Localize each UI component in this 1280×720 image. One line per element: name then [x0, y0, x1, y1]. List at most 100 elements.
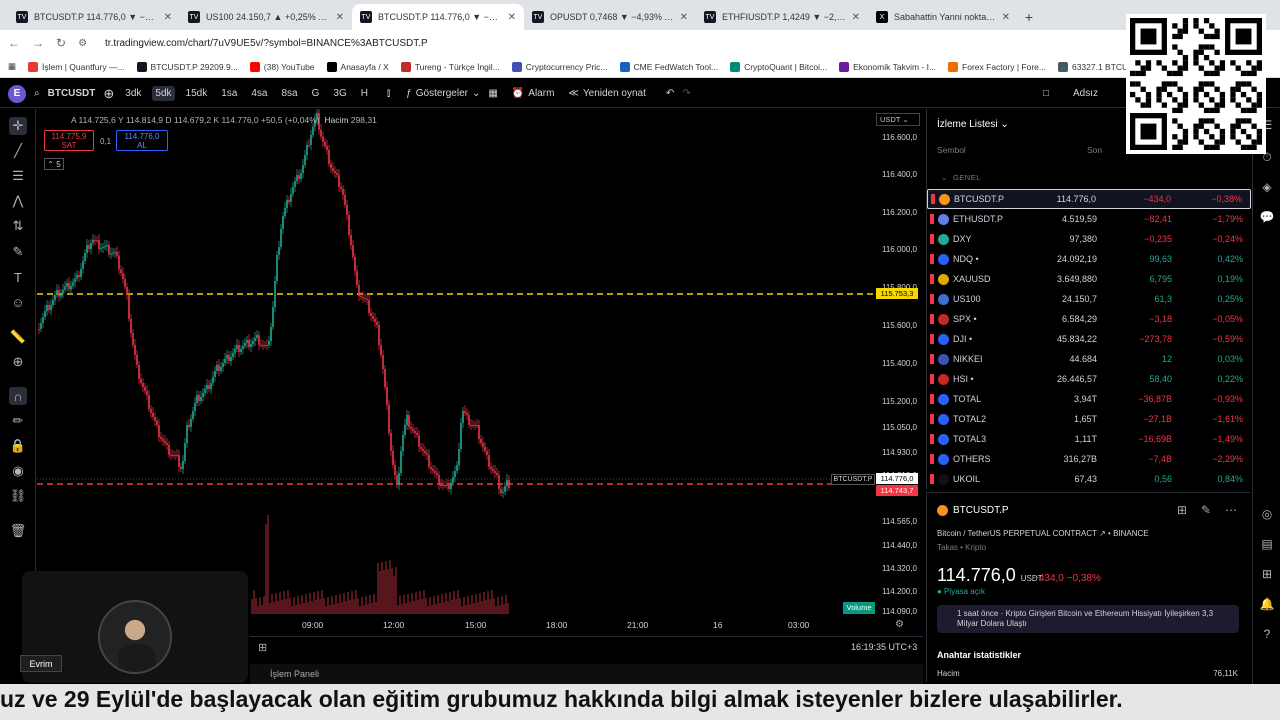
new-tab-button[interactable]: + [1018, 4, 1040, 30]
pattern-icon[interactable]: ⋀ [9, 192, 27, 210]
news-item[interactable]: 1 saat önce · Kripto Girişleri Bitcoin v… [937, 605, 1239, 633]
watchlist-row[interactable]: TOTAL3 1,11T −16,69B −1,49% [927, 429, 1251, 449]
visibility-eye-icon[interactable]: ◉ [9, 462, 27, 480]
watchlist-row[interactable]: UKOIL 67,43 0,56 0,84% [927, 469, 1251, 489]
bookmark[interactable]: Cryptocurrency Pric... [511, 61, 608, 72]
crosshair-icon[interactable]: ✛ [9, 117, 27, 135]
currency-selector[interactable]: USDT ⌄ [876, 113, 920, 126]
timeframe-3g[interactable]: 3G [330, 86, 349, 101]
undo-icon[interactable]: ↶ [666, 88, 674, 99]
browser-tab[interactable]: TV ETHFIUSDT.P 1,4249 ▼ −2,94% ✕ [696, 4, 868, 30]
watchlist-row[interactable]: XAUUSD 3.649,880 6,795 0,19% [927, 269, 1251, 289]
magnet-icon[interactable]: ∩ [9, 387, 27, 405]
edit-icon[interactable]: ✎ [1201, 503, 1211, 517]
timeframe-h[interactable]: H [358, 86, 371, 101]
apps-grid-icon[interactable]: ▦ [8, 61, 16, 72]
indicators-button[interactable]: ƒ Göstergeler ⌄ [406, 88, 480, 99]
grid-icon[interactable]: ⊞ [1177, 503, 1187, 517]
quantity-field[interactable]: ⌃ 5 [44, 158, 64, 170]
watchlist-row[interactable]: ETHUSDT.P 4.519,59 −82,41 −1,79% [927, 209, 1251, 229]
bookmark[interactable]: CryptoQuant | Bitcoi... [730, 61, 827, 72]
emoji-icon[interactable]: ☺ [9, 293, 27, 311]
timeframe-3dk[interactable]: 3dk [122, 86, 144, 101]
timeframe-g[interactable]: G [309, 86, 323, 101]
user-avatar[interactable]: E [8, 84, 26, 103]
bookmark[interactable]: (38) YouTube [249, 61, 315, 72]
text-tool-icon[interactable]: T [9, 268, 27, 286]
bookmark[interactable]: Forex Factory | Fore... [948, 61, 1046, 72]
fullscreen-icon[interactable]: □ [1043, 88, 1049, 99]
watchlist-row[interactable]: TOTAL2 1,65T −27,1B −1,61% [927, 409, 1251, 429]
utc-clock[interactable]: 16:19:35 UTC+3 [851, 642, 917, 652]
trading-panel-label[interactable]: İşlem Paneli [270, 669, 319, 679]
chart-pane[interactable]: A 114.725,6 Y 114.814,9 D 114.679,2 K 11… [37, 109, 923, 634]
sell-button[interactable]: 114.775,9 SAT [44, 130, 94, 151]
close-tab-icon[interactable]: ✕ [680, 12, 688, 23]
browser-tab-active[interactable]: TV BTCUSDT.P 114.776,0 ▼ −0,38% ✕ [352, 4, 524, 30]
timeframe-4sa[interactable]: 4sa [248, 86, 270, 101]
site-info-icon[interactable]: ⚙ [78, 38, 87, 49]
lock-icon[interactable]: 🔒 [9, 437, 27, 455]
back-icon[interactable]: ← [8, 36, 20, 50]
chat-icon[interactable]: 💬 [1259, 209, 1275, 225]
forward-icon[interactable]: → [32, 36, 44, 50]
apps-grid-icon[interactable]: ⊞ [1259, 566, 1275, 582]
watchlist-row[interactable]: DJI • 45.834,22 −273,78 −0,59% [927, 329, 1251, 349]
help-icon[interactable]: ? [1259, 626, 1275, 642]
bookmark[interactable]: CME FedWatch Tool... [619, 61, 718, 72]
close-tab-icon[interactable]: ✕ [336, 12, 344, 23]
close-tab-icon[interactable]: ✕ [508, 12, 516, 23]
watchlist-row[interactable]: HSI • 26.446,57 58,40 0,22% [927, 369, 1251, 389]
watchlist-row[interactable]: NIKKEI 44.684 12 0,03% [927, 349, 1251, 369]
trash-icon[interactable]: 🗑 [9, 522, 27, 540]
timeframe-15dk[interactable]: 15dk [183, 86, 211, 101]
fib-retracement-icon[interactable]: ☰ [9, 167, 27, 185]
watchlist-row[interactable]: BTCUSDT.P 114.776,0 −434,0 −0,38% [927, 189, 1251, 209]
url-field[interactable]: tr.tradingview.com/chart/7uV9UE5v/?symbo… [105, 38, 428, 49]
browser-tab[interactable]: XSabahattin Yanni nokta Etehe (✕ [868, 4, 1018, 30]
brush-icon[interactable]: ✎ [9, 243, 27, 261]
close-tab-icon[interactable]: ✕ [1002, 12, 1010, 23]
zoom-in-icon[interactable]: ⊕ [9, 353, 27, 371]
timeframe-5dk[interactable]: 5dk [152, 86, 175, 101]
calendar-icon[interactable]: ▤ [1259, 536, 1275, 552]
watchlist-row[interactable]: DXY 97,380 −0,235 −0,24% [927, 229, 1251, 249]
buy-button[interactable]: 114.776,0 AL [116, 130, 168, 151]
close-tab-icon[interactable]: ✕ [852, 12, 860, 23]
settings-gear-icon[interactable]: ⚙ [895, 619, 904, 630]
watchlist-title[interactable]: İzleme Listesi ⌄ [937, 119, 1009, 130]
layout-name[interactable]: Adsız [1073, 88, 1098, 99]
layout-grid-icon[interactable]: ▦ [488, 88, 497, 99]
price-axis[interactable]: 116.600,0 116.400,0 116.200,0 116.000,0 115.… [873, 109, 923, 634]
timeframe-1sa[interactable]: 1sa [218, 86, 240, 101]
trend-line-icon[interactable]: ╱ [9, 142, 27, 160]
browser-tab[interactable]: TV OPUSDT 0,7468 ▼ −4,93% Adsız ✕ [524, 4, 696, 30]
watchlist-row[interactable]: NDQ • 24.092,19 99,63 0,42% [927, 249, 1251, 269]
close-tab-icon[interactable]: ✕ [164, 12, 172, 23]
replay-button[interactable]: ≪ Yeniden oynat [568, 88, 646, 99]
bookmark[interactable]: Ekonomik Takvim - I... [839, 61, 936, 72]
bookmark[interactable]: Anasayfa / X [326, 61, 389, 72]
candlestick-chart[interactable] [37, 109, 923, 634]
browser-tab[interactable]: TV US100 24.150,7 ▲ +0,25% Adsız ✕ [180, 4, 352, 30]
chart-type-icon[interactable]: ⫾ [387, 88, 390, 99]
projection-icon[interactable]: ⇅ [9, 217, 27, 235]
lock-drawing-icon[interactable]: ✏ [9, 412, 27, 430]
compare-add-icon[interactable]: ⊕ [103, 86, 114, 102]
layers-icon[interactable]: ◈ [1259, 179, 1275, 195]
timeframe-8sa[interactable]: 8sa [278, 86, 300, 101]
details-symbol[interactable]: BTCUSDT.P [937, 505, 1009, 516]
bookmark[interactable]: BTCUSDT.P 29209.9... [136, 61, 238, 72]
symbol-name[interactable]: BTCUSDT [48, 88, 96, 99]
watchlist-row[interactable]: SPX • 6.584,29 −3,18 −0,05% [927, 309, 1251, 329]
redo-icon[interactable]: ↷ [682, 88, 690, 99]
notifications-icon[interactable]: 🔔 [1259, 596, 1275, 612]
watchlist-row[interactable]: OTHERS 316,27B −7,4B −2,29% [927, 449, 1251, 469]
alarm-button[interactable]: ⏰ Alarm [512, 88, 555, 99]
watchlist-row[interactable]: US100 24.150,7 61,3 0,25% [927, 289, 1251, 309]
date-range-icon[interactable]: ⊞ [258, 641, 267, 654]
browser-tab[interactable]: TV BTCUSDT.P 114.776,0 ▼ −0,38% ✕ [8, 4, 180, 30]
ruler-icon[interactable]: 📏 [9, 328, 27, 346]
link-icon[interactable]: ⛓ [9, 487, 27, 505]
reload-icon[interactable]: ↻ [56, 36, 66, 50]
